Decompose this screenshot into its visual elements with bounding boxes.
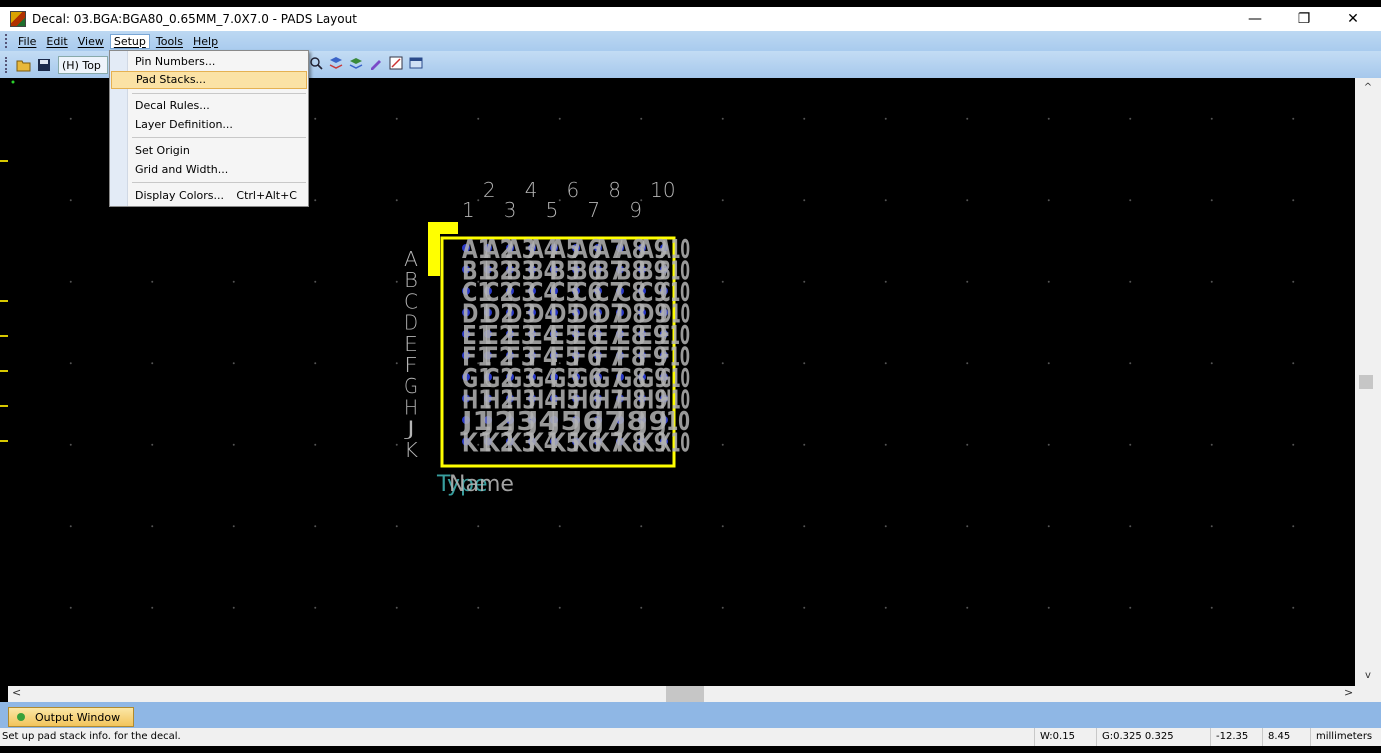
status-units: millimeters (1310, 728, 1381, 746)
edge-marker (0, 405, 8, 407)
save-icon[interactable] (36, 57, 52, 73)
menu-separator (132, 182, 306, 183)
setup-dropdown-menu: Pin Numbers... Pad Stacks... Decal Rules… (109, 50, 309, 207)
output-status-icon (17, 713, 25, 721)
status-message: Set up pad stack info. for the decal. (2, 731, 181, 742)
output-window-label: Output Window (35, 710, 121, 724)
menu-bar: File Edit View Setup Tools Help (0, 31, 1381, 51)
close-button[interactable]: ✕ (1330, 7, 1376, 31)
minimize-button[interactable]: — (1232, 7, 1278, 31)
menu-item-layer-definition[interactable]: Layer Definition... (111, 116, 307, 134)
scroll-left-icon[interactable]: < (12, 686, 21, 699)
menu-item-display-colors[interactable]: Display Colors... Ctrl+Alt+C (111, 187, 307, 205)
status-bar: Set up pad stack info. for the decal. W:… (0, 728, 1381, 746)
display-colors-label: Display Colors... (135, 189, 224, 202)
menu-setup[interactable]: Setup (109, 33, 150, 49)
output-bar: Output Window (0, 702, 1381, 728)
vertical-scrollbar[interactable]: ^ v (1355, 78, 1381, 686)
horizontal-scrollbar[interactable]: < > (8, 686, 1355, 702)
edge-marker (0, 160, 8, 162)
pads-app-icon (10, 11, 26, 27)
menu-item-set-origin[interactable]: Set Origin (111, 142, 307, 160)
layer-pair-icon[interactable] (328, 55, 344, 71)
toolbar-grip (5, 56, 10, 73)
layers-icon[interactable] (348, 55, 364, 71)
menu-item-pad-stacks[interactable]: Pad Stacks... (111, 71, 307, 89)
edge-marker (0, 440, 8, 442)
edge-marker (0, 300, 8, 302)
open-folder-icon[interactable] (16, 57, 32, 73)
menu-help[interactable]: Help (189, 34, 222, 49)
status-y-coordinate: 8.45 (1262, 728, 1310, 746)
menu-grip (5, 34, 10, 48)
title-bar: Decal: 03.BGA:BGA80_0.65MM_7.0X7.0 - PAD… (0, 7, 1381, 31)
scroll-right-icon[interactable]: > (1344, 686, 1353, 699)
status-grid: G:0.325 0.325 (1096, 728, 1210, 746)
edge-marker (0, 370, 8, 372)
menu-item-decal-rules[interactable]: Decal Rules... (111, 97, 307, 115)
output-window-tab[interactable]: Output Window (8, 707, 134, 727)
draw-tool-icon[interactable] (368, 55, 384, 71)
horizontal-scroll-thumb[interactable] (666, 686, 704, 702)
menu-edit[interactable]: Edit (42, 34, 71, 49)
zoom-icon[interactable] (308, 55, 324, 71)
menu-item-grid-and-width[interactable]: Grid and Width... (111, 161, 307, 179)
view-tools (306, 55, 426, 71)
scroll-down-icon[interactable]: v (1355, 670, 1381, 681)
bottom-strip (0, 746, 1381, 753)
redraw-icon[interactable] (388, 55, 404, 71)
status-x-coordinate: -12.35 (1210, 728, 1262, 746)
edge-marker (0, 335, 8, 337)
scroll-up-icon[interactable]: ^ (1355, 82, 1381, 93)
menu-file[interactable]: File (14, 34, 40, 49)
menu-tools[interactable]: Tools (152, 34, 187, 49)
menu-separator (132, 137, 306, 138)
layer-select[interactable]: (H) Top (58, 55, 108, 74)
menu-separator (132, 93, 306, 94)
window-title: Decal: 03.BGA:BGA80_0.65MM_7.0X7.0 - PAD… (32, 12, 357, 26)
status-width: W:0.15 (1034, 728, 1096, 746)
menu-view[interactable]: View (74, 34, 108, 49)
left-edge (0, 78, 8, 708)
window-view-icon[interactable] (408, 55, 424, 71)
vertical-scroll-thumb[interactable] (1359, 375, 1373, 389)
display-colors-shortcut: Ctrl+Alt+C (236, 189, 297, 202)
top-strip (0, 0, 1381, 7)
scrollbar-corner (1355, 686, 1381, 702)
restore-button[interactable]: ❐ (1281, 7, 1327, 31)
menu-item-pin-numbers[interactable]: Pin Numbers... (111, 53, 307, 71)
